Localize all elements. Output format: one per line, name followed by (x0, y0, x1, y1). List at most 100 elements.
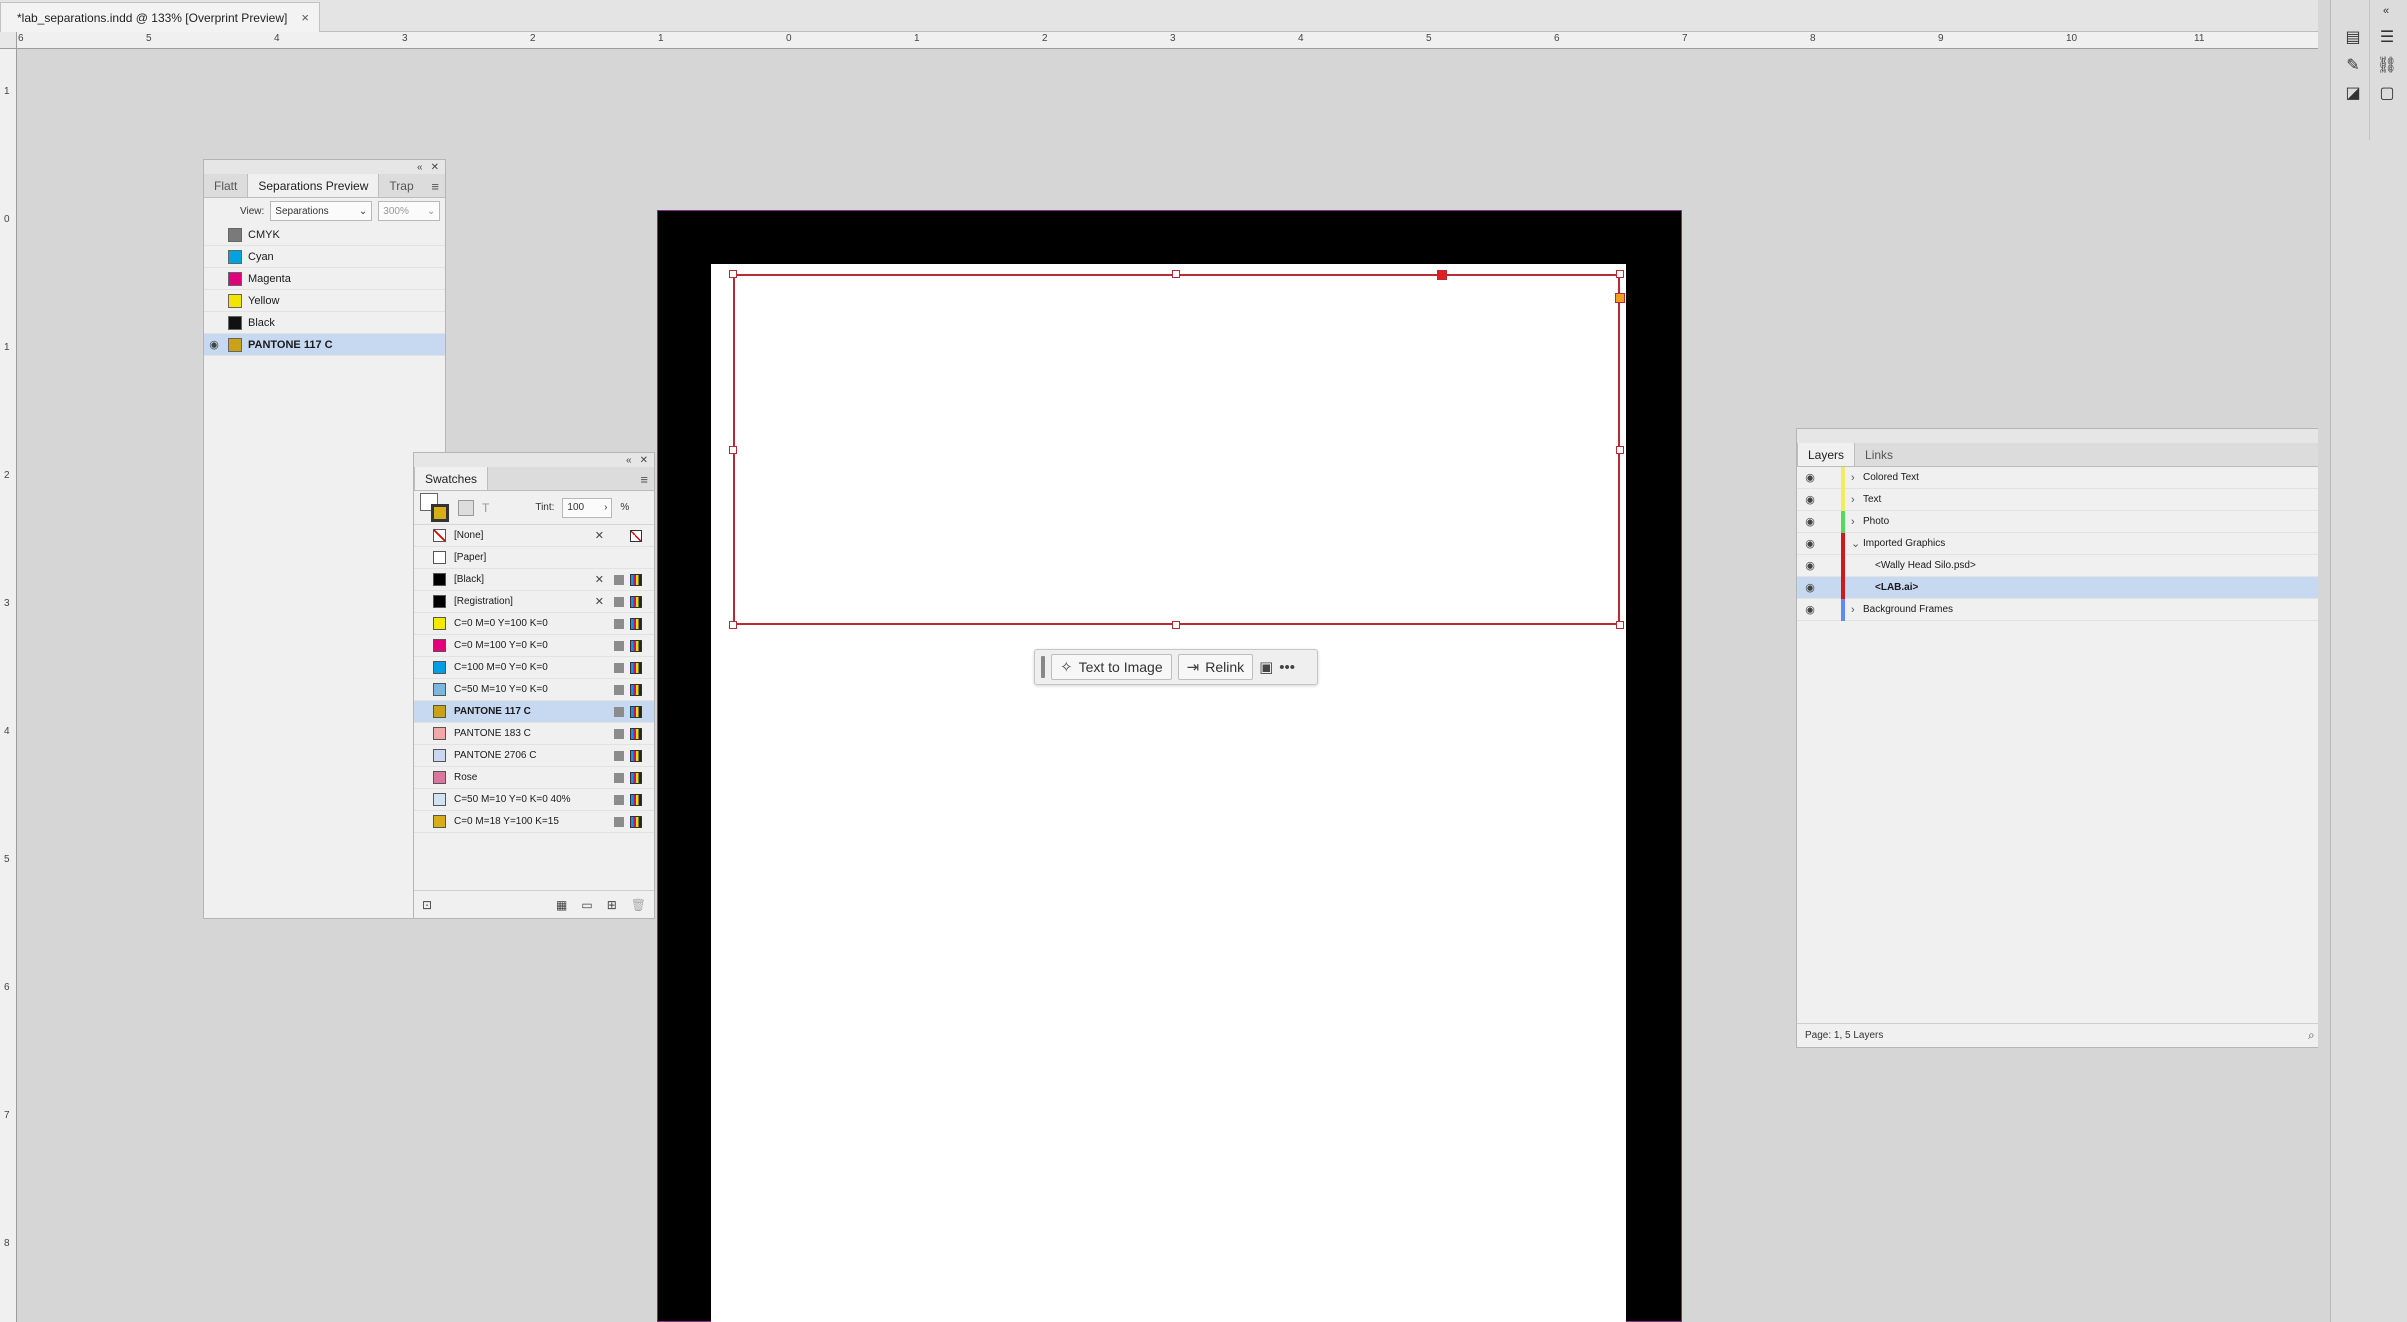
visibility-eye-icon[interactable]: ◉ (204, 338, 224, 351)
text-to-image-button[interactable]: ✧ Text to Image (1051, 654, 1172, 680)
task-bar-grip[interactable] (1041, 656, 1045, 678)
swatch-row[interactable]: C=0 M=100 Y=0 K=0 (414, 635, 654, 657)
separation-row[interactable]: CMYK (204, 224, 445, 246)
swatch-row[interactable]: [Registration] ✕ (414, 591, 654, 613)
tab-links[interactable]: Links (1855, 443, 1903, 466)
swatch-row[interactable]: [Black] ✕ (414, 569, 654, 591)
frame-handle-bottom-left[interactable] (729, 621, 737, 629)
frame-handle-middle-right[interactable] (1616, 446, 1624, 454)
swatch-row[interactable]: C=0 M=0 Y=100 K=0 (414, 613, 654, 635)
pages-icon[interactable]: ▢ (2375, 82, 2399, 104)
collapse-icon[interactable]: « (417, 162, 423, 173)
collapse-icon[interactable]: « (626, 455, 632, 466)
layer-object-row[interactable]: ◉ <LAB.ai> (1797, 576, 2380, 599)
layers-icon[interactable]: ◪ (2341, 82, 2365, 104)
selected-graphic-frame[interactable] (733, 274, 1620, 625)
search-icon[interactable]: ⌕ (2308, 1028, 2315, 1043)
layer-row[interactable]: ◉⌄Imported Graphics✎ (1797, 532, 2380, 555)
close-tab-icon[interactable]: × (301, 10, 309, 25)
collapse-dock-icon[interactable]: « (2374, 0, 2398, 22)
layer-row[interactable]: ◉ › Text (1797, 488, 2380, 511)
swatch-row[interactable]: PANTONE 2706 C (414, 745, 654, 767)
frame-handle-middle-left[interactable] (729, 446, 737, 454)
tab-flatt[interactable]: Flatt (204, 174, 247, 197)
delete-swatch-icon[interactable]: 🗑 (631, 898, 646, 912)
swatch-row[interactable]: PANTONE 183 C (414, 723, 654, 745)
chevron-right-icon[interactable]: › (604, 502, 607, 513)
visibility-eye-icon[interactable]: ◉ (1797, 581, 1823, 594)
properties-icon[interactable]: ☰ (2375, 26, 2399, 48)
visibility-eye-icon[interactable]: ◉ (1797, 515, 1823, 528)
new-swatch-icon[interactable]: ⊞ (607, 898, 617, 912)
swatch-row[interactable]: C=0 M=18 Y=100 K=15 (414, 811, 654, 833)
relink-button[interactable]: ⇥ Relink (1177, 654, 1254, 680)
tab-swatches[interactable]: Swatches (414, 467, 489, 490)
library-icon[interactable]: ▤ (2341, 26, 2365, 48)
corner-options-handle[interactable] (1615, 293, 1625, 303)
fit-content-icon[interactable]: ▣ (1259, 658, 1273, 676)
frame-handle-top-right[interactable] (1616, 270, 1624, 278)
separation-row[interactable]: Magenta (204, 268, 445, 290)
content-grabber-handle[interactable] (1437, 270, 1447, 280)
layer-object-row[interactable]: ◉ <Wally Head Silo.psd> (1797, 554, 2380, 577)
more-options-icon[interactable]: ••• (1279, 659, 1295, 676)
swatch-chip (433, 573, 446, 586)
separation-row[interactable]: ◉ PANTONE 117 C (204, 334, 445, 356)
visibility-eye-icon[interactable]: ◉ (1797, 537, 1823, 550)
text-format-icon[interactable]: T (482, 501, 489, 515)
layer-row[interactable]: ◉ › Colored Text (1797, 466, 2380, 489)
frame-handle-bottom-right[interactable] (1616, 621, 1624, 629)
panel-menu-icon[interactable]: ≡ (640, 472, 648, 487)
ruler-tick-label: 1 (658, 33, 664, 44)
visibility-eye-icon[interactable]: ◉ (1797, 559, 1823, 572)
visibility-eye-icon[interactable]: ◉ (1797, 493, 1823, 506)
expand-chevron-icon[interactable]: › (1851, 604, 1863, 616)
frame-handle-top-left[interactable] (729, 270, 737, 278)
panel-menu-icon[interactable]: ≡ (431, 179, 439, 194)
expand-chevron-icon[interactable]: › (1851, 516, 1863, 528)
close-panel-icon[interactable]: ✕ (640, 455, 648, 466)
stroke-swatch-icon[interactable] (431, 503, 449, 522)
expand-chevron-icon[interactable]: ⌄ (1851, 537, 1863, 550)
ruler-tick-label: 1 (914, 33, 920, 44)
swatch-row[interactable]: C=100 M=0 Y=0 K=0 (414, 657, 654, 679)
close-panel-icon[interactable]: ✕ (431, 162, 439, 173)
frame-handle-top-center[interactable] (1172, 270, 1180, 278)
swatch-row[interactable]: [Paper] (414, 547, 654, 569)
show-all-swatches-icon[interactable]: ⊡ (422, 898, 432, 912)
fill-stroke-widget[interactable] (420, 492, 450, 523)
view-select[interactable]: Separations ⌄ (270, 201, 373, 221)
tint-input[interactable]: 100 › (562, 497, 613, 518)
horizontal-ruler[interactable]: 6543210123456789101112 (0, 32, 2333, 49)
tab-separations-preview[interactable]: Separations Preview (247, 174, 380, 197)
new-color-group-icon[interactable]: ▭ (581, 898, 592, 912)
zoom-select[interactable]: 300% ⌄ (378, 201, 441, 221)
separation-row[interactable]: Cyan (204, 246, 445, 268)
layer-color-bar (1841, 510, 1845, 533)
swatch-row[interactable]: C=50 M=10 Y=0 K=0 40% (414, 789, 654, 811)
swatch-options-icon[interactable]: ▦ (556, 898, 567, 912)
layer-row[interactable]: ◉ › Background Frames (1797, 598, 2380, 621)
stroke-icon[interactable]: ✎ (2341, 54, 2365, 76)
separation-row[interactable]: Yellow (204, 290, 445, 312)
swatch-row[interactable]: [None] ✕ (414, 525, 654, 547)
separation-row[interactable]: Black (204, 312, 445, 334)
visibility-eye-icon[interactable]: ◉ (1797, 603, 1823, 616)
tab-trap[interactable]: Trap (379, 174, 423, 197)
frame-handle-bottom-center[interactable] (1172, 621, 1180, 629)
layer-color-bar (1841, 576, 1845, 599)
ruler-origin[interactable] (0, 32, 17, 49)
container-format-icon[interactable] (458, 499, 474, 516)
document-tab[interactable]: *lab_separations.indd @ 133% [Overprint … (0, 2, 320, 32)
swatch-row[interactable]: C=50 M=10 Y=0 K=0 (414, 679, 654, 701)
vertical-ruler[interactable]: 1 0 1 2 3 4 5 6 7 8 (0, 49, 17, 1322)
expand-chevron-icon[interactable]: › (1851, 472, 1863, 484)
links-icon[interactable]: ⛓ (2375, 54, 2399, 76)
swatch-row[interactable]: PANTONE 117 C (414, 701, 654, 723)
swatches-list: [None] ✕ [Paper] [Black] ✕ [Registration] ✕ C=0… (414, 525, 654, 833)
layer-row[interactable]: ◉ › Photo (1797, 510, 2380, 533)
swatch-row[interactable]: Rose (414, 767, 654, 789)
tab-layers[interactable]: Layers (1797, 443, 1856, 466)
visibility-eye-icon[interactable]: ◉ (1797, 471, 1823, 484)
expand-chevron-icon[interactable]: › (1851, 494, 1863, 506)
